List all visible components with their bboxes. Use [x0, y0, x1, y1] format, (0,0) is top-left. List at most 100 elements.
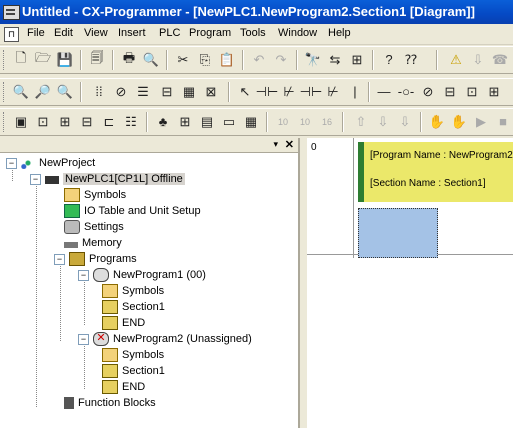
find-icon[interactable]: 🔭 — [303, 50, 323, 69]
zoom-out-icon[interactable]: 🔍 — [55, 82, 75, 101]
address-icon[interactable]: ⊟ — [77, 112, 97, 131]
tree-node-program1[interactable]: − NewProgram1 (00) — [78, 268, 206, 282]
tree-node-settings[interactable]: Settings — [64, 220, 124, 234]
stop-icon[interactable]: ■ — [493, 112, 513, 131]
fb-instance-icon[interactable]: ⊞ — [484, 82, 504, 101]
app-icon[interactable] — [3, 5, 20, 20]
warning-icon[interactable]: ⚠ — [446, 50, 466, 69]
replace-icon[interactable]: ⇆ — [325, 50, 345, 69]
context-help-icon[interactable]: ⁇ — [401, 50, 421, 69]
list-view-icon[interactable]: ▦ — [241, 112, 261, 131]
collapse-icon[interactable]: − — [78, 269, 89, 281]
download-icon[interactable]: ⇩ — [468, 50, 488, 69]
pin-icon[interactable]: ▾ — [273, 139, 278, 150]
new-icon[interactable]: 🗋 — [11, 50, 31, 69]
online-icon[interactable]: ✋ — [427, 112, 447, 131]
diagram-cursor[interactable] — [358, 208, 438, 258]
save-icon[interactable]: 💾 — [55, 50, 75, 69]
contact-no-icon[interactable]: ⊣⊢ — [256, 82, 279, 101]
rung-comment[interactable]: [Program Name : NewProgram2] [Section Na… — [358, 142, 513, 202]
menu-plc[interactable]: PLC — [159, 27, 180, 39]
ladder-icon[interactable]: ⊡ — [33, 112, 53, 131]
tree-node-io-table[interactable]: IO Table and Unit Setup — [64, 204, 201, 218]
transfer-icon[interactable]: ⇧ — [351, 112, 371, 131]
online2-icon[interactable]: ✋ — [449, 112, 469, 131]
function-block-icon[interactable]: ⊡ — [462, 82, 482, 101]
redo-icon[interactable]: ↷ — [271, 50, 291, 69]
tree-node-project[interactable]: − NewProject — [6, 156, 95, 170]
undo-icon[interactable]: ↶ — [249, 50, 269, 69]
help-icon[interactable]: ? — [379, 50, 399, 69]
tree-node-programs[interactable]: − Programs — [54, 252, 137, 266]
menu-help[interactable]: Help — [328, 27, 351, 39]
phone-icon[interactable]: ☎ — [490, 50, 510, 69]
contact-nc-icon[interactable]: ⊬ — [279, 82, 299, 101]
title-bar: Untitled - CX-Programmer - [NewPLC1.NewP… — [0, 0, 513, 24]
open-icon[interactable]: 🗁 — [33, 50, 53, 69]
program-name-comment: [Program Name : NewProgram2] — [370, 150, 513, 161]
menu-file[interactable]: File — [27, 27, 45, 39]
collapse-icon[interactable]: − — [30, 173, 41, 185]
select-icon[interactable]: ↖ — [235, 82, 255, 101]
paste-icon[interactable]: 📋 — [217, 50, 237, 69]
document-icon[interactable]: ⊓ — [4, 27, 19, 42]
menu-tools[interactable]: Tools — [240, 27, 266, 39]
instruction-icon[interactable]: ⊟ — [440, 82, 460, 101]
contact-orn-icon[interactable]: ⊬ — [323, 82, 343, 101]
menu-insert[interactable]: Insert — [118, 27, 146, 39]
transfer2-icon[interactable]: ⇩ — [373, 112, 393, 131]
grid-icon[interactable]: ⊞ — [347, 50, 367, 69]
grid-toggle-icon[interactable]: ⁞⁞ — [89, 82, 109, 101]
tree-node-memory[interactable]: Memory — [64, 236, 122, 250]
function-icon[interactable]: ⊠ — [201, 82, 221, 101]
list-icon[interactable]: ☰ — [133, 82, 153, 101]
tree-node-p2-section1[interactable]: Section1 — [102, 364, 165, 378]
zoom-in-icon[interactable]: 🔎 — [33, 82, 53, 101]
contact-closed-icon[interactable]: ▦ — [179, 82, 199, 101]
tree-node-p1-symbols[interactable]: Symbols — [102, 284, 164, 298]
tree-node-p2-end[interactable]: END — [102, 380, 145, 394]
menu-window[interactable]: Window — [278, 27, 317, 39]
step-10-icon[interactable]: 10 — [273, 112, 293, 131]
print-icon[interactable]: 🖶 — [119, 50, 139, 69]
print-preview-icon[interactable]: 🗐 — [87, 50, 107, 69]
monitor-icon[interactable]: ⊘ — [111, 82, 131, 101]
comment-icon[interactable]: ⊏ — [99, 112, 119, 131]
ladder-diagram[interactable]: 0 [Program Name : NewProgram2] [Section … — [307, 138, 513, 428]
tree-node-program2[interactable]: − ✕ NewProgram2 (Unassigned) — [78, 332, 252, 346]
copy-icon[interactable]: ⎘ — [195, 50, 215, 69]
horizontal-line-icon[interactable]: — — [374, 82, 394, 101]
run-icon[interactable]: ▶ — [471, 112, 491, 131]
tree-node-symbols[interactable]: Symbols — [64, 188, 126, 202]
memory-icon[interactable]: ▤ — [197, 112, 217, 131]
window-icon[interactable]: ▣ — [11, 112, 31, 131]
coil-nc-icon[interactable]: ⊘ — [418, 82, 438, 101]
properties-icon[interactable]: ☷ — [121, 112, 141, 131]
contact-open-icon[interactable]: ⊟ — [157, 82, 177, 101]
contact-or-icon[interactable]: ⊣⊢ — [300, 82, 323, 101]
network-icon[interactable]: ♣ — [153, 112, 173, 131]
coil-icon[interactable]: -○- — [396, 82, 416, 101]
cut-icon[interactable]: ✂ — [173, 50, 193, 69]
tree-node-p1-section1[interactable]: Section1 — [102, 300, 165, 314]
transfer3-icon[interactable]: ⇩ — [395, 112, 415, 131]
step-10b-icon[interactable]: 10 — [295, 112, 315, 131]
tree-node-function-blocks[interactable]: Function Blocks — [64, 396, 156, 410]
zoom-icon[interactable]: 🔍 — [11, 82, 31, 101]
collapse-icon[interactable]: − — [78, 333, 89, 345]
menu-view[interactable]: View — [84, 27, 108, 39]
tree-node-plc[interactable]: − NewPLC1[CP1L] Offline — [30, 172, 185, 186]
collapse-icon[interactable]: − — [6, 157, 17, 169]
tree-node-p1-end[interactable]: END — [102, 316, 145, 330]
collapse-icon[interactable]: − — [54, 253, 65, 265]
io-icon[interactable]: ⊞ — [175, 112, 195, 131]
menu-program[interactable]: Program — [189, 27, 231, 39]
preview-icon[interactable]: 🔍 — [141, 50, 161, 69]
vertical-line-icon[interactable]: | — [345, 82, 365, 101]
close-icon[interactable]: ✕ — [285, 138, 294, 151]
menu-edit[interactable]: Edit — [54, 27, 73, 39]
table-icon[interactable]: ▭ — [219, 112, 239, 131]
step-16-icon[interactable]: 16 — [317, 112, 337, 131]
tree-node-p2-symbols[interactable]: Symbols — [102, 348, 164, 362]
cross-ref-icon[interactable]: ⊞ — [55, 112, 75, 131]
